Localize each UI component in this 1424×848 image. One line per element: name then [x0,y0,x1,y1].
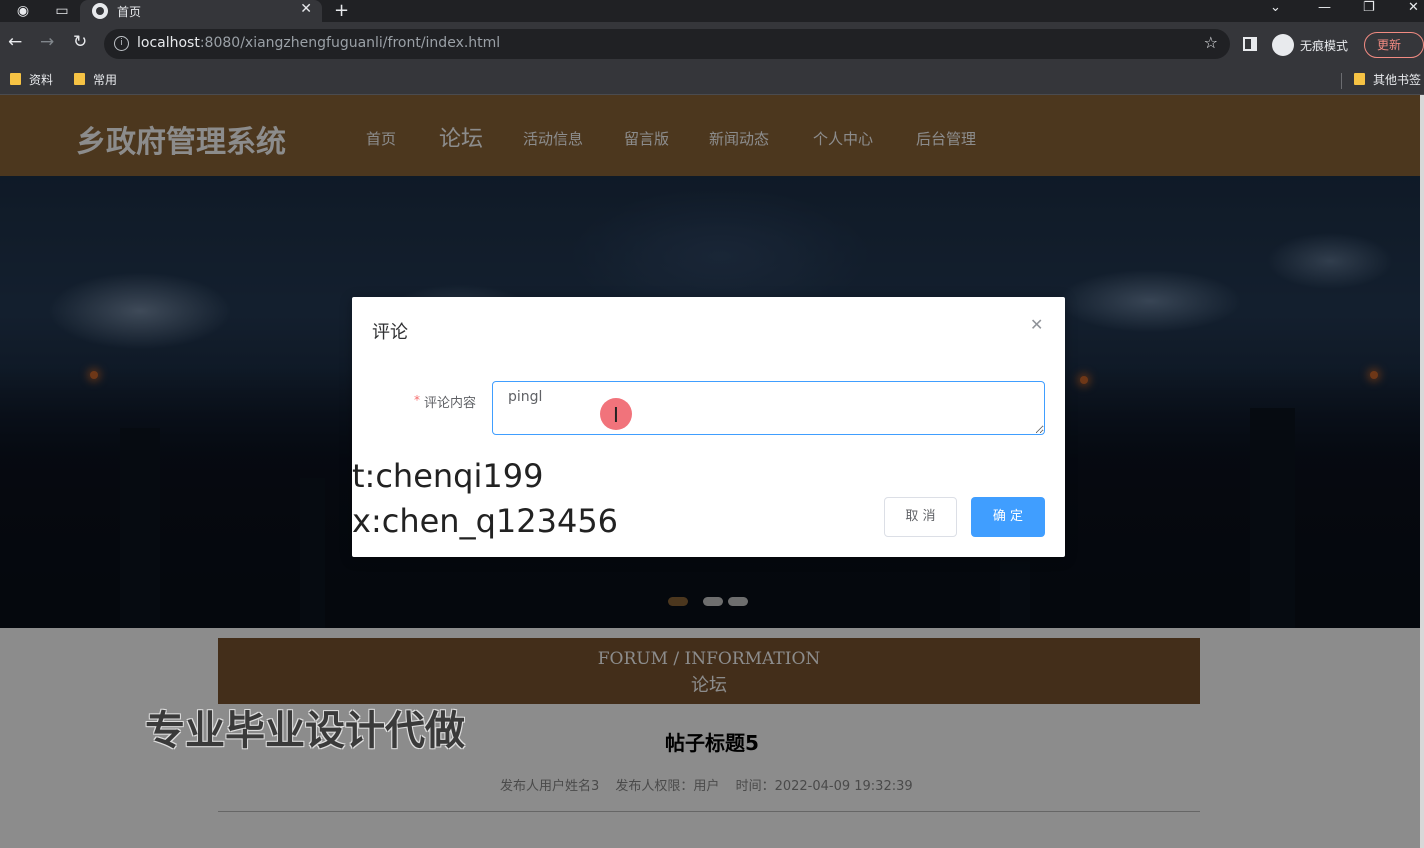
back-arrow-icon[interactable]: ← [8,32,22,52]
folder-icon [1354,73,1365,85]
incognito-icon[interactable] [1272,34,1294,56]
browser-tab-home[interactable]: 首页 ✕ [80,0,322,22]
forward-arrow-icon[interactable]: → [40,32,54,52]
dialog-title: 评论 [372,322,408,343]
globe-icon [92,3,108,19]
browser-tab-strip: ◉ ▭ 首页 ✕ + ⌄ — ❐ ✕ [0,0,1424,22]
globe-icon[interactable]: ◉ [14,2,32,20]
minimize-button[interactable]: — [1318,0,1331,15]
bookmark-folder[interactable]: 资料 [10,71,53,88]
bookmark-folder[interactable]: 常用 [74,71,117,88]
close-icon[interactable]: ✕ [1030,315,1043,334]
divider [1341,73,1342,89]
bookmark-star-icon[interactable]: ☆ [1204,33,1218,52]
restore-button[interactable]: ❐ [1363,0,1375,15]
overlay-text-line: t:chenqi199 [352,457,544,495]
address-bar[interactable]: i localhost:8080/xiangzhengfuguanli/fron… [104,29,1230,59]
watermark-text: 专业毕业设计代做 [145,708,465,754]
other-bookmarks[interactable]: 其他书签 [1354,71,1421,88]
side-panel-icon[interactable] [1243,37,1257,51]
required-marker: * [414,393,420,407]
url-text: localhost:8080/xiangzhengfuguanli/front/… [137,35,501,51]
close-icon[interactable]: ✕ [300,1,312,17]
folder-icon [10,73,21,85]
info-icon[interactable]: i [114,36,129,51]
comment-label: 评论内容 [424,396,477,411]
folder-icon [74,73,85,85]
browser-toolbar: ← → ↻ i localhost:8080/xiangzhengfuguanl… [0,22,1424,66]
overlay-text-line: x:chen_q123456 [352,502,619,540]
close-window-button[interactable]: ✕ [1408,0,1419,15]
reload-icon[interactable]: ↻ [73,32,87,52]
tab-overview-icon[interactable]: ▭ [53,2,71,20]
comment-input[interactable]: pingl [492,381,1045,435]
chevron-down-icon[interactable]: ⌄ [1270,0,1281,15]
incognito-label: 无痕模式 [1300,39,1349,53]
comment-dialog: 评论 ✕ * 评论内容 pingl I t:chenqi199 x:chen_q… [352,297,1065,557]
tab-title: 首页 [117,5,142,19]
scrollbar[interactable] [1420,95,1424,848]
cancel-button[interactable]: 取 消 [884,497,957,537]
confirm-button[interactable]: 确 定 [971,497,1045,537]
text-cursor-icon: I [613,403,619,427]
bookmarks-bar: 资料 常用 其他书签 [0,66,1424,95]
update-button[interactable]: 更新 [1364,32,1424,58]
new-tab-button[interactable]: + [334,0,349,21]
